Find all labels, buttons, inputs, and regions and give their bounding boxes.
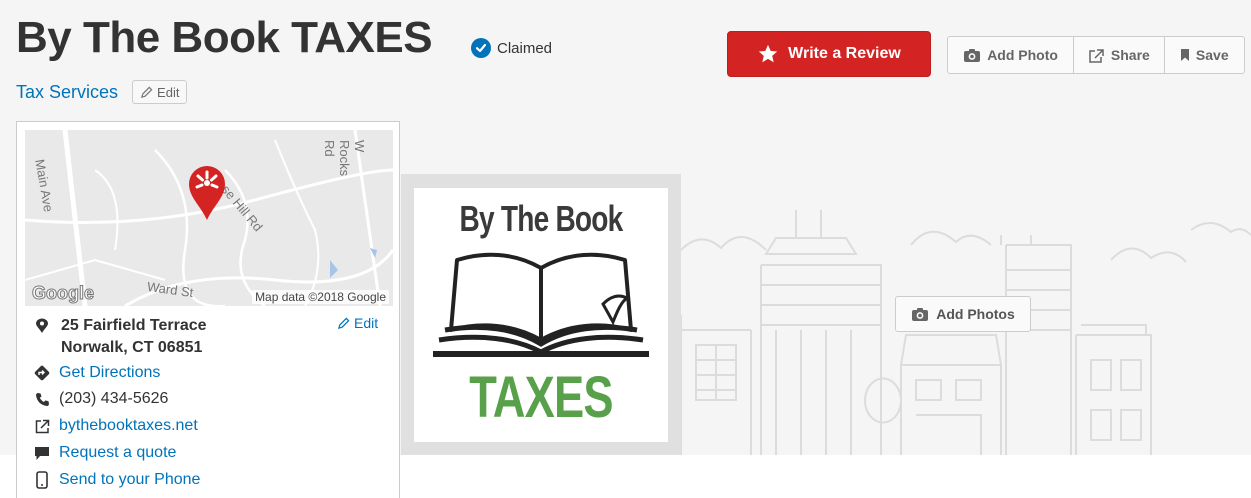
business-name: By The Book TAXES xyxy=(16,13,433,62)
category-edit-label: Edit xyxy=(157,84,180,100)
street-label-w-rocks-rd: W Rocks Rd xyxy=(322,140,367,177)
save-button[interactable]: Save xyxy=(1165,37,1244,73)
address-line1: 25 Fairfield Terrace xyxy=(61,317,207,334)
category-link[interactable]: Tax Services xyxy=(16,82,118,103)
logo-bottom-text: TAXES xyxy=(469,365,613,430)
address-edit-label: Edit xyxy=(354,315,379,331)
send-to-phone-row[interactable]: Send to your Phone xyxy=(33,469,200,491)
share-button[interactable]: Share xyxy=(1074,37,1165,73)
add-photo-label: Add Photo xyxy=(987,47,1058,63)
mobile-phone-icon xyxy=(36,471,48,489)
business-logo-photo[interactable]: By The Book TAXES xyxy=(414,188,668,442)
website-row[interactable]: bythebooktaxes.net xyxy=(33,415,198,437)
location-card: Main Ave W Rocks Rd se Hill Rd Ward St G… xyxy=(16,121,400,498)
get-directions-row[interactable]: Get Directions xyxy=(33,362,160,384)
claimed-label: Claimed xyxy=(497,39,553,57)
request-quote-link[interactable]: Request a quote xyxy=(59,444,176,462)
open-book-icon xyxy=(433,252,649,357)
send-to-phone-link[interactable]: Send to your Phone xyxy=(59,471,200,489)
request-quote-row[interactable]: Request a quote xyxy=(33,442,176,464)
claimed-badge: Claimed xyxy=(471,38,552,58)
star-icon xyxy=(759,44,778,63)
map-attribution[interactable]: Map data ©2018 Google xyxy=(252,290,389,304)
add-photo-button[interactable]: Add Photo xyxy=(948,37,1075,73)
add-photos-button[interactable]: Add Photos xyxy=(895,296,1031,332)
camera-icon xyxy=(912,307,929,321)
location-marker-icon xyxy=(36,318,48,333)
share-label: Share xyxy=(1110,47,1150,63)
write-review-label: Write a Review xyxy=(788,45,901,62)
action-button-group: Add Photo Share Save xyxy=(947,36,1245,74)
phone-number: (203) 434-5626 xyxy=(59,390,169,407)
address: 25 Fairfield Terrace Norwalk, CT 06851 xyxy=(61,315,207,359)
phone-icon xyxy=(35,392,49,406)
category-edit-button[interactable]: Edit xyxy=(132,80,188,104)
directions-icon xyxy=(34,365,50,381)
category-row: Tax Services Edit xyxy=(16,80,188,104)
speech-bubble-icon xyxy=(35,446,49,460)
map[interactable]: Main Ave W Rocks Rd se Hill Rd Ward St G… xyxy=(25,130,393,306)
verified-check-icon xyxy=(471,38,491,58)
pencil-icon xyxy=(337,317,350,329)
phone-row: (203) 434-5626 xyxy=(33,388,168,410)
address-line2: Norwalk, CT 06851 xyxy=(61,339,203,356)
get-directions-link[interactable]: Get Directions xyxy=(59,364,160,382)
external-link-icon xyxy=(35,419,49,433)
write-review-button[interactable]: Write a Review xyxy=(727,31,931,77)
save-label: Save xyxy=(1195,47,1229,63)
google-logo: Google xyxy=(32,283,95,304)
share-icon xyxy=(1089,48,1104,63)
logo-top-text: By The Book xyxy=(459,198,623,239)
camera-icon xyxy=(964,48,981,62)
map-pin-icon[interactable] xyxy=(188,165,226,221)
pencil-icon xyxy=(141,86,153,98)
add-photos-label: Add Photos xyxy=(936,306,1015,322)
website-link[interactable]: bythebooktaxes.net xyxy=(59,417,198,435)
bookmark-icon xyxy=(1180,49,1189,61)
address-edit-link[interactable]: Edit xyxy=(337,315,378,331)
